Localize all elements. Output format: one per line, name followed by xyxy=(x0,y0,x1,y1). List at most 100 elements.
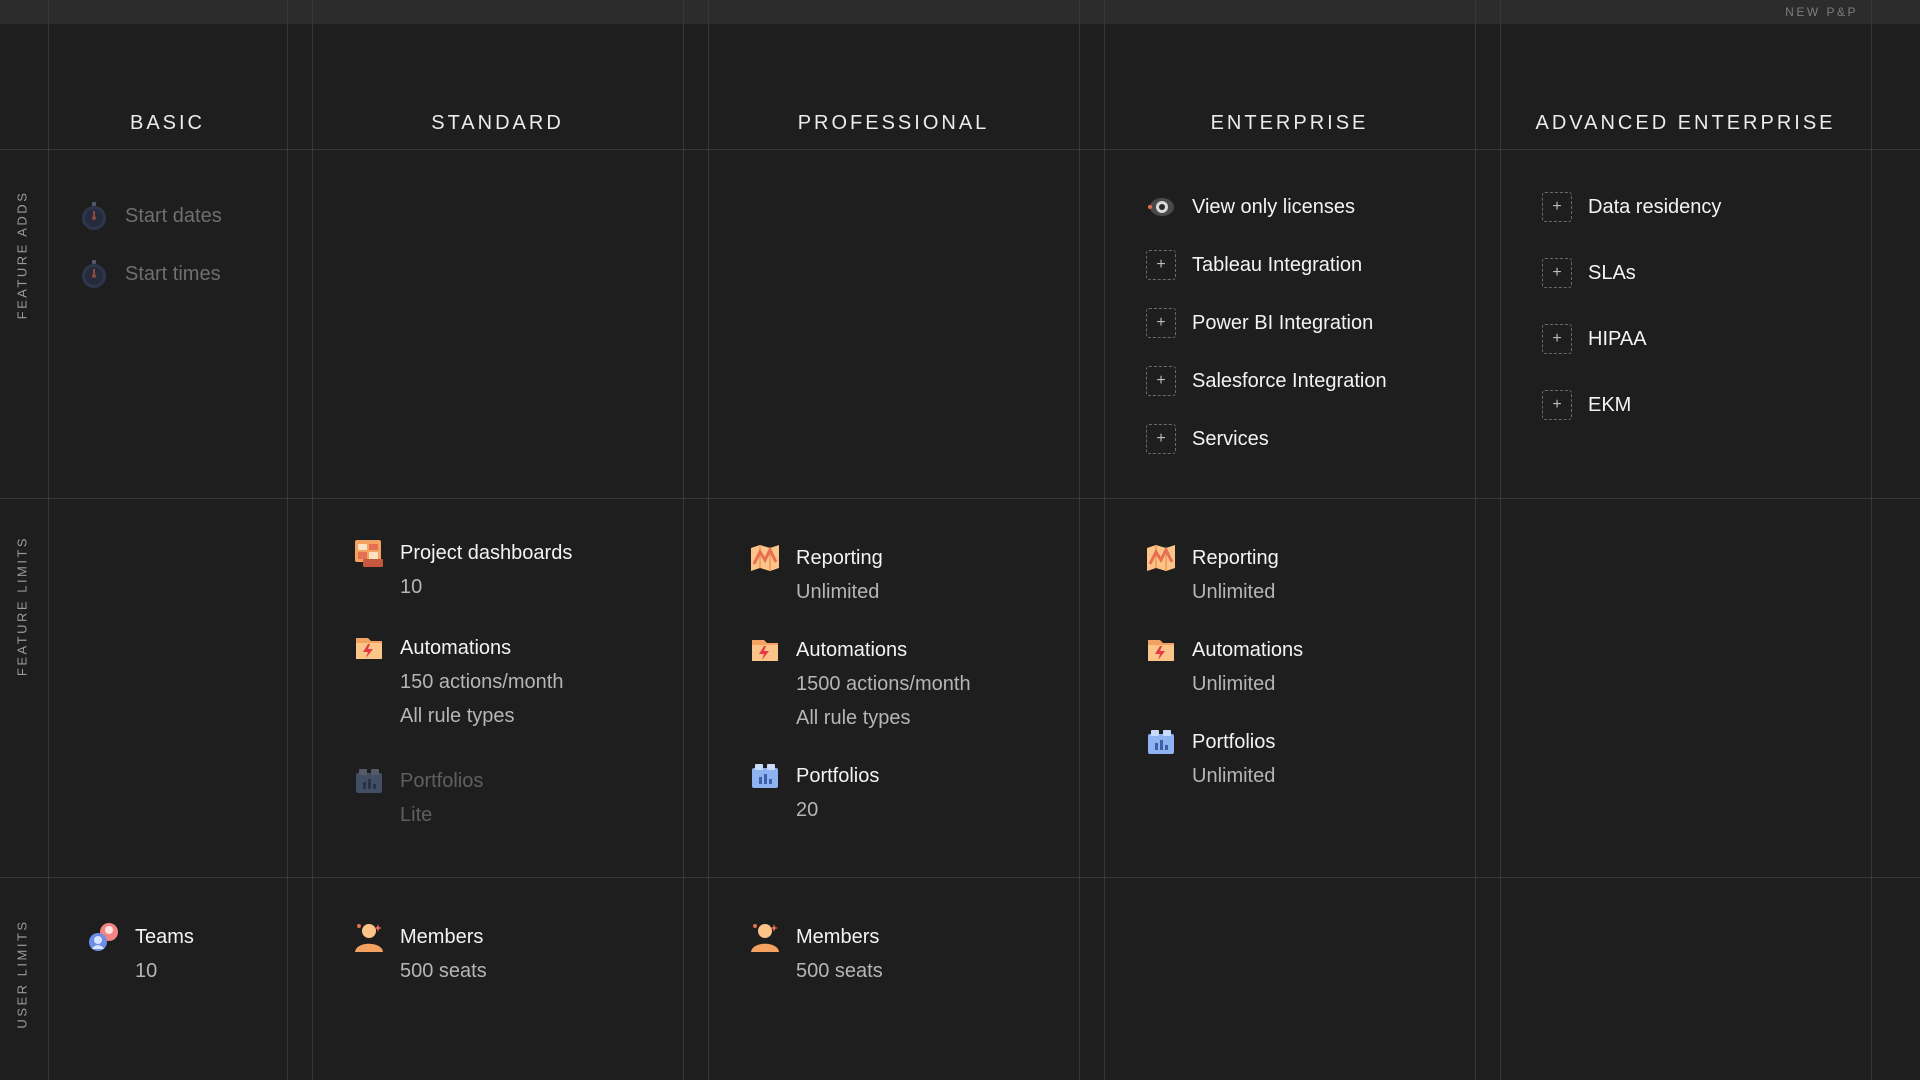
limit-value: 20 xyxy=(796,799,819,821)
user-limit-members: Members 500 seats xyxy=(748,920,883,983)
limit-portfolios: Portfolios Unlimited xyxy=(1144,725,1275,788)
automation-icon xyxy=(1144,633,1178,667)
row-label-feature-limits: FEATURE LIMITS xyxy=(14,535,30,677)
limit-title: Automations xyxy=(1192,639,1304,661)
grid-line xyxy=(1475,0,1476,1080)
user-limit-title: Members xyxy=(796,926,880,948)
stopwatch-icon xyxy=(77,199,111,233)
limit-value: Lite xyxy=(400,804,433,826)
limit-value: All rule types xyxy=(796,707,911,729)
automation-icon xyxy=(352,631,386,665)
limit-value: Unlimited xyxy=(1192,765,1276,787)
limit-portfolios: Portfolios 20 xyxy=(748,759,879,822)
feature-slas: + SLAs xyxy=(1540,256,1636,290)
limit-title: Reporting xyxy=(796,547,883,569)
limit-title: Project dashboards xyxy=(400,542,573,564)
row-label-feature-adds: FEATURE ADDS xyxy=(14,190,30,320)
plan-header-advanced-enterprise: ADVANCED ENTERPRISE xyxy=(1535,112,1836,134)
limit-reporting: Reporting Unlimited xyxy=(748,541,883,604)
feature-title: EKM xyxy=(1588,394,1632,416)
limit-value: Unlimited xyxy=(1192,673,1276,695)
plus-icon: + xyxy=(1144,248,1178,282)
plus-icon: + xyxy=(1540,256,1574,290)
plan-header-basic: BASIC xyxy=(129,112,206,134)
grid-line xyxy=(0,149,1920,150)
feature-title: Services xyxy=(1192,428,1269,450)
feature-title: Power BI Integration xyxy=(1192,312,1374,334)
limit-reporting: Reporting Unlimited xyxy=(1144,541,1279,604)
feature-hipaa: + HIPAA xyxy=(1540,322,1647,356)
grid-line xyxy=(0,498,1920,499)
user-limit-teams: Teams 10 xyxy=(87,920,194,983)
grid-line xyxy=(1871,0,1872,1080)
user-limit-title: Members xyxy=(400,926,484,948)
grid-line xyxy=(1500,0,1501,1080)
feature-start-dates: Start dates xyxy=(77,199,222,233)
feature-title: SLAs xyxy=(1588,262,1636,284)
feature-ekm: + EKM xyxy=(1540,388,1631,422)
plan-header-professional: PROFESSIONAL xyxy=(797,112,990,134)
user-limit-value: 500 seats xyxy=(400,960,487,982)
grid-line xyxy=(312,0,313,1080)
portfolio-icon xyxy=(1144,725,1178,759)
feature-title: Tableau Integration xyxy=(1192,254,1363,276)
new-pp-label: NEW P&P xyxy=(1785,5,1858,19)
grid-line xyxy=(708,0,709,1080)
row-label-user-limits: USER LIMITS xyxy=(14,919,30,1029)
dashboard-icon xyxy=(352,536,386,570)
plus-icon: + xyxy=(1144,422,1178,456)
teams-icon xyxy=(87,920,121,954)
limit-value: 150 actions/month xyxy=(400,671,564,693)
feature-title: Data residency xyxy=(1588,196,1722,218)
automation-icon xyxy=(748,633,782,667)
limit-value: All rule types xyxy=(400,705,515,727)
user-limit-value: 10 xyxy=(135,960,158,982)
feature-view-only-licenses: View only licenses xyxy=(1144,190,1355,224)
limit-automations: Automations 1500 actions/month All rule … xyxy=(748,633,971,730)
map-icon xyxy=(1144,541,1178,575)
feature-title: Start times xyxy=(125,263,221,285)
limit-title: Automations xyxy=(796,639,908,661)
grid-line xyxy=(48,0,49,1080)
limit-value: Unlimited xyxy=(796,581,880,603)
user-limit-value: 500 seats xyxy=(796,960,883,982)
limit-project-dashboards: Project dashboards 10 xyxy=(352,536,572,599)
plus-icon: + xyxy=(1144,306,1178,340)
plus-icon: + xyxy=(1540,322,1574,356)
grid-line xyxy=(287,0,288,1080)
limit-title: Automations xyxy=(400,637,512,659)
grid-line xyxy=(1104,0,1105,1080)
eye-icon xyxy=(1144,190,1178,224)
limit-automations: Automations Unlimited xyxy=(1144,633,1303,696)
feature-title: HIPAA xyxy=(1588,328,1647,350)
limit-value: Unlimited xyxy=(1192,581,1276,603)
feature-start-times: Start times xyxy=(77,257,221,291)
stopwatch-icon xyxy=(77,257,111,291)
map-icon xyxy=(748,541,782,575)
plus-icon: + xyxy=(1144,364,1178,398)
plan-header-standard: STANDARD xyxy=(431,112,564,134)
grid-line xyxy=(1079,0,1080,1080)
grid-line xyxy=(0,877,1920,878)
plus-icon: + xyxy=(1540,190,1574,224)
plan-header-enterprise: ENTERPRISE xyxy=(1210,112,1369,134)
user-limit-title: Teams xyxy=(135,926,194,948)
limit-value: 10 xyxy=(400,576,423,598)
member-icon xyxy=(748,920,782,954)
grid-line xyxy=(683,0,684,1080)
portfolio-icon xyxy=(352,764,386,798)
portfolio-icon xyxy=(748,759,782,793)
feature-services: + Services xyxy=(1144,422,1269,456)
feature-salesforce-integration: + Salesforce Integration xyxy=(1144,364,1387,398)
limit-automations: Automations 150 actions/month All rule t… xyxy=(352,631,563,728)
feature-title: Salesforce Integration xyxy=(1192,370,1387,392)
limit-title: Reporting xyxy=(1192,547,1279,569)
limit-value: 1500 actions/month xyxy=(796,673,971,695)
limit-portfolios: Portfolios Lite xyxy=(352,764,483,827)
limit-title: Portfolios xyxy=(1192,731,1276,753)
limit-title: Portfolios xyxy=(400,770,484,792)
feature-power-bi-integration: + Power BI Integration xyxy=(1144,306,1373,340)
plus-icon: + xyxy=(1540,388,1574,422)
member-icon xyxy=(352,920,386,954)
user-limit-members: Members 500 seats xyxy=(352,920,487,983)
